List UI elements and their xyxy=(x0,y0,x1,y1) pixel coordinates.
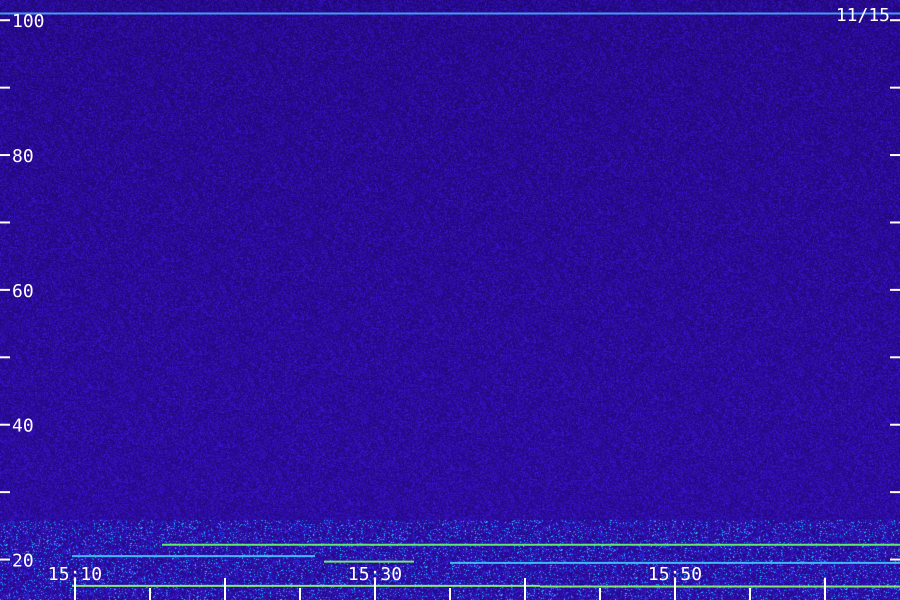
axis-overlay: 100 80 60 40 20 15:10 15:30 15:50 xyxy=(0,11,900,600)
x-tick-label-1530: 15:30 xyxy=(348,564,402,585)
date-label: 11/15 xyxy=(835,5,890,26)
x-tick-label-1550: 15:50 xyxy=(648,564,702,585)
y-tick-label-40: 40 xyxy=(12,416,34,437)
y-tick-label-60: 60 xyxy=(12,281,34,302)
y-tick-label-20: 20 xyxy=(12,551,34,572)
y-tick-label-100: 100 xyxy=(12,11,45,32)
x-tick-label-1510: 15:10 xyxy=(48,564,102,585)
y-tick-label-80: 80 xyxy=(12,146,34,167)
spectrogram: 100 80 60 40 20 15:10 15:30 15:50 11/15 xyxy=(0,0,900,600)
